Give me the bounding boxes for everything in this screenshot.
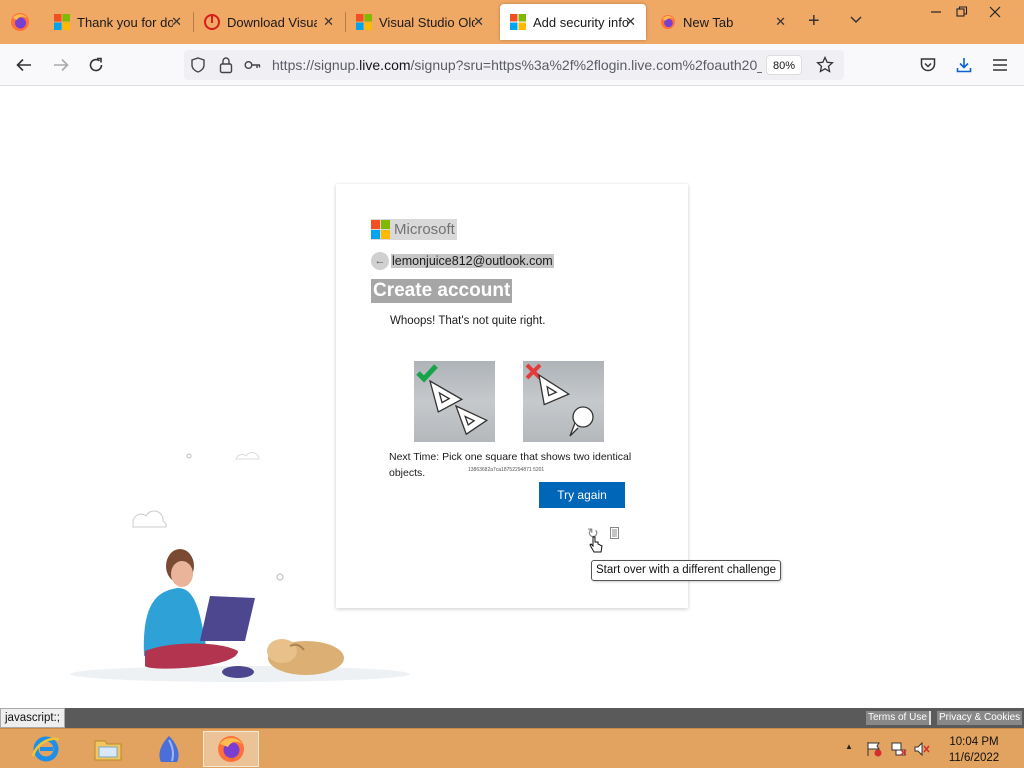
clock-date: 11/6/2022 xyxy=(948,752,1000,764)
reload-button[interactable] xyxy=(84,53,108,77)
close-tab-icon[interactable]: ✕ xyxy=(775,14,786,30)
set-square-icon xyxy=(428,379,464,413)
tab-title: Visual Studio Old xyxy=(379,14,475,30)
shield-icon[interactable] xyxy=(190,57,206,73)
bookmark-star-icon[interactable] xyxy=(816,56,834,74)
back-arrow-icon xyxy=(16,58,31,72)
hamburger-menu-icon xyxy=(993,59,1007,71)
back-button[interactable] xyxy=(12,53,36,77)
restore-icon xyxy=(956,6,968,17)
opera-icon xyxy=(204,14,220,30)
download-icon xyxy=(956,58,972,73)
forward-button[interactable] xyxy=(49,53,73,77)
close-icon xyxy=(989,6,1001,18)
network-icon[interactable] xyxy=(891,741,907,757)
restore-button[interactable] xyxy=(945,0,979,24)
tab-title: Thank you for do xyxy=(77,14,173,30)
status-url: javascript:; xyxy=(0,708,65,728)
account-email: lemonjuice812@outlook.com xyxy=(391,254,554,268)
microsoft-icon xyxy=(356,14,372,30)
firefox-icon xyxy=(218,736,244,762)
microsoft-logo: Microsoft xyxy=(371,219,457,240)
tab-visual-studio-old[interactable]: Visual Studio Old ✕ xyxy=(346,4,494,40)
checkmark-icon xyxy=(416,364,438,383)
tray-expand-icon[interactable]: ▲ xyxy=(845,742,853,751)
new-tab-button[interactable]: + xyxy=(808,10,820,33)
footer-divider xyxy=(929,711,931,725)
challenge-tile-correct[interactable] xyxy=(414,361,495,442)
taskbar-file-explorer[interactable] xyxy=(80,731,136,767)
set-square-icon xyxy=(454,404,489,436)
firefox-menu-icon[interactable] xyxy=(10,12,30,32)
audio-challenge-icon[interactable] xyxy=(610,527,619,539)
close-tab-icon[interactable]: ✕ xyxy=(473,14,484,30)
downloads-button[interactable] xyxy=(952,53,976,77)
terms-link[interactable]: Terms of Use xyxy=(866,711,929,725)
error-message: Whoops! That's not quite right. xyxy=(390,315,546,327)
close-tab-icon[interactable]: ✕ xyxy=(625,14,636,30)
url-text[interactable]: https://signup.live.com/signup?sru=https… xyxy=(272,57,762,73)
microsoft-icon xyxy=(510,14,526,30)
pin-icon xyxy=(569,406,594,437)
tooltip: Start over with a different challenge xyxy=(591,560,782,581)
windows-taskbar: ▲ 10:04 PM 11/6/2022 xyxy=(0,728,1024,768)
action-center-flag-icon[interactable] xyxy=(866,741,882,757)
back-arrow-button[interactable]: ← xyxy=(371,252,389,270)
privacy-link[interactable]: Privacy & Cookies xyxy=(937,711,1023,725)
identity-banner: ← lemonjuice812@outlook.com xyxy=(371,252,554,270)
reload-icon xyxy=(89,57,103,72)
address-bar[interactable]: https://signup.live.com/signup?sru=https… xyxy=(184,50,844,80)
tab-title: Add security info xyxy=(533,14,630,30)
close-tab-icon[interactable]: ✕ xyxy=(323,14,334,30)
tab-download-visual[interactable]: Download Visual ✕ xyxy=(194,4,344,40)
volume-muted-icon[interactable] xyxy=(914,741,930,757)
signup-card: Microsoft ← lemonjuice812@outlook.com Cr… xyxy=(336,184,688,608)
system-clock[interactable]: 10:04 PM 11/6/2022 xyxy=(938,734,1010,766)
tab-strip: Thank you for do ✕ Download Visual ✕ Vis… xyxy=(0,0,1024,44)
try-again-button[interactable]: Try again xyxy=(539,482,625,508)
key-icon[interactable] xyxy=(244,58,262,72)
pocket-button[interactable] xyxy=(916,53,940,77)
navigation-toolbar: https://signup.live.com/signup?sru=https… xyxy=(0,44,1024,86)
lock-icon[interactable] xyxy=(218,56,234,74)
set-square-icon xyxy=(538,373,571,406)
folder-icon xyxy=(94,740,122,761)
tab-title: Download Visual xyxy=(227,14,317,30)
taskbar-app[interactable] xyxy=(141,731,197,767)
close-window-button[interactable] xyxy=(978,0,1012,24)
cross-mark-icon xyxy=(525,363,542,380)
taskbar-internet-explorer[interactable] xyxy=(18,731,74,767)
chevron-down-icon[interactable] xyxy=(848,12,864,28)
microsoft-icon xyxy=(54,14,70,30)
firefox-icon xyxy=(661,15,675,29)
pocket-icon xyxy=(920,58,936,72)
hand-cursor-icon xyxy=(589,536,603,553)
page-footer: javascript:; Terms of Use Privacy & Cook… xyxy=(0,708,1024,728)
url-domain: live.com xyxy=(359,57,411,73)
taskbar-firefox[interactable] xyxy=(203,731,259,767)
tab-add-security-info[interactable]: Add security info ✕ xyxy=(500,4,646,40)
microsoft-logo-icon xyxy=(371,220,390,239)
microsoft-wordmark: Microsoft xyxy=(394,221,455,238)
page-title: Create account xyxy=(371,279,513,303)
tab-title: New Tab xyxy=(683,14,734,30)
minimize-icon xyxy=(931,11,941,13)
challenge-instruction: Next Time: Pick one square that shows tw… xyxy=(389,451,632,479)
forward-arrow-icon xyxy=(54,58,69,72)
internet-explorer-icon xyxy=(31,736,60,762)
page-viewport: Microsoft ← lemonjuice812@outlook.com Cr… xyxy=(0,86,1024,708)
tab-new-tab[interactable]: New Tab ✕ xyxy=(650,4,796,40)
challenge-tile-wrong[interactable] xyxy=(523,361,604,442)
clock-time: 10:04 PM xyxy=(949,736,999,748)
challenge-id: 13863682a7ca18752294871 5201 xyxy=(468,467,545,473)
close-tab-icon[interactable]: ✕ xyxy=(171,14,182,30)
tab-thank-you[interactable]: Thank you for do ✕ xyxy=(44,4,192,40)
app-menu-button[interactable] xyxy=(988,53,1012,77)
url-path: /signup?sru=https%3a%2f%2flogin.live.com… xyxy=(410,57,762,73)
app-shell-icon xyxy=(159,736,179,762)
zoom-level-badge[interactable]: 80% xyxy=(766,55,803,75)
url-prefix: https://signup. xyxy=(272,57,360,73)
